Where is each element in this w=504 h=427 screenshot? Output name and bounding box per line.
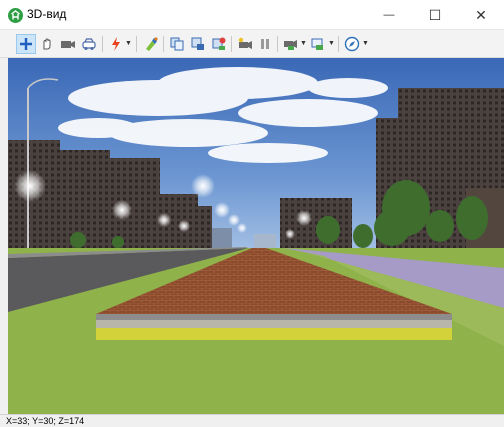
toolbar-separator [338, 36, 339, 52]
toolbar-separator [163, 36, 164, 52]
paint-tool-button[interactable] [141, 34, 161, 54]
3d-scene [8, 58, 504, 414]
close-button[interactable]: ✕ [458, 0, 504, 30]
coordinates-readout: X=33; Y=30; Z=174 [6, 416, 85, 426]
distant-building [212, 228, 232, 250]
left-frame-edge [0, 58, 8, 414]
title-bar: 3D-вид — ☐ ✕ [0, 0, 504, 30]
pause-icon [261, 39, 269, 49]
hand-icon [43, 38, 51, 50]
record-camera-button[interactable] [235, 34, 255, 54]
pause-button[interactable] [255, 34, 275, 54]
camera-icon [61, 41, 75, 48]
maximize-button[interactable]: ☐ [412, 0, 458, 30]
display-settings-icon [311, 38, 323, 50]
3d-viewport[interactable] [8, 58, 504, 414]
car-icon [82, 38, 96, 50]
move-tool-button[interactable] [16, 34, 36, 54]
display-settings-button[interactable] [308, 34, 328, 54]
toolbar-separator [102, 36, 103, 52]
toolbar-separator [277, 36, 278, 52]
camera-settings-button[interactable] [281, 34, 301, 54]
distant-building [254, 234, 276, 248]
app-logo-icon [8, 8, 23, 23]
car-tool-button[interactable] [79, 34, 99, 54]
close-icon: ✕ [475, 6, 487, 23]
status-bar: X=33; Y=30; Z=174 [0, 414, 504, 427]
navigation-dropdown-icon[interactable]: ▼ [362, 40, 369, 47]
lightning-icon [112, 37, 120, 51]
export-view-button[interactable] [209, 34, 229, 54]
display-settings-dropdown-icon[interactable]: ▼ [328, 40, 335, 47]
toolbar-separator [231, 36, 232, 52]
minimize-icon: — [383, 9, 395, 21]
copy-view-icon [170, 37, 184, 51]
move-cross-icon [20, 38, 32, 50]
save-view-button[interactable] [188, 34, 208, 54]
toolbar: ▼ ▼ ▼ ▼ [0, 30, 504, 58]
light-tool-button[interactable] [106, 34, 126, 54]
light-tool-dropdown-icon[interactable]: ▼ [125, 40, 132, 47]
export-view-icon [212, 37, 226, 50]
minimize-button[interactable]: — [366, 0, 412, 30]
copy-view-button[interactable] [167, 34, 187, 54]
camera-settings-dropdown-icon[interactable]: ▼ [300, 40, 307, 47]
save-view-icon [191, 37, 204, 50]
median-curb-side [96, 320, 452, 328]
window-title: 3D-вид [27, 7, 67, 21]
compass-icon [344, 36, 360, 52]
paint-icon [146, 37, 158, 51]
record-camera-icon [238, 37, 252, 49]
maximize-icon: ☐ [428, 6, 442, 23]
camera-tool-button[interactable] [58, 34, 78, 54]
yellow-curb [96, 328, 452, 340]
median-curb [96, 314, 452, 320]
navigation-button[interactable] [342, 34, 362, 54]
camera-settings-icon [284, 40, 297, 50]
toolbar-separator [136, 36, 137, 52]
hand-tool-button[interactable] [37, 34, 57, 54]
